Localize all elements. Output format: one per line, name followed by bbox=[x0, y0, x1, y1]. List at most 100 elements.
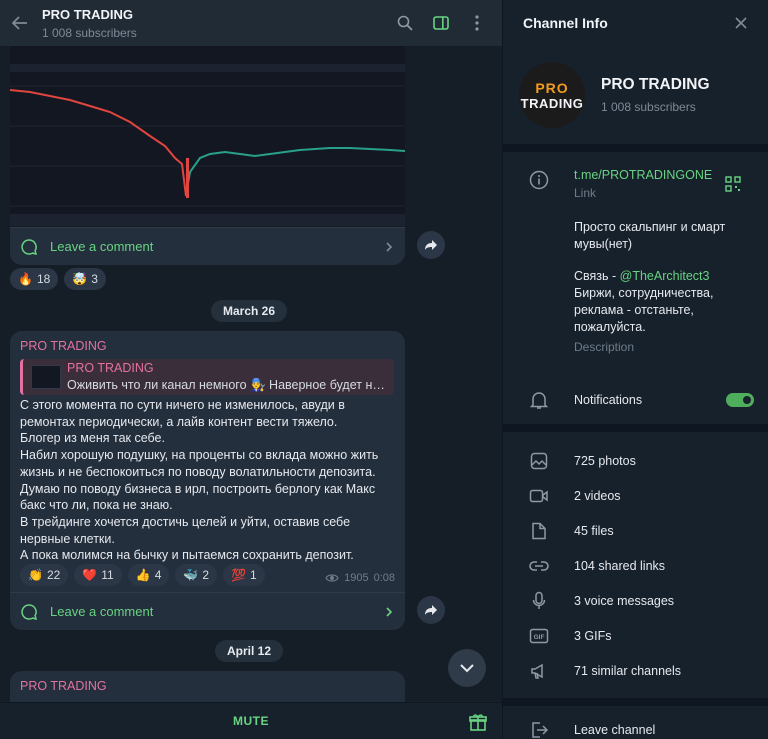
chat-footer: MUTE bbox=[0, 702, 502, 739]
leave-channel-row[interactable]: Leave channel bbox=[503, 719, 768, 739]
chart-image[interactable] bbox=[9, 46, 406, 226]
reaction-fire[interactable]: 🔥 18 bbox=[10, 268, 59, 290]
fire-emoji-icon: 🔥 bbox=[18, 272, 33, 286]
gif-icon: GIF bbox=[529, 628, 548, 644]
gift-icon[interactable] bbox=[468, 712, 488, 732]
message-bubble-2[interactable]: PRO TRADING PRO TRADING Оживить что ли к… bbox=[10, 331, 405, 592]
leave-comment-bar-2[interactable]: Leave a comment bbox=[10, 592, 405, 630]
qr-code-icon[interactable] bbox=[725, 176, 741, 192]
chat-title: PRO TRADING bbox=[42, 6, 133, 22]
reaction-heart[interactable]: ❤️ 11 bbox=[74, 564, 122, 586]
mute-button[interactable]: MUTE bbox=[233, 714, 269, 728]
reaction-count: 1 bbox=[249, 568, 257, 582]
eye-icon bbox=[325, 574, 339, 582]
sidebar-panel-icon bbox=[433, 16, 449, 30]
media-links-row[interactable]: 104 shared links bbox=[503, 555, 768, 577]
avatar-text-top: PRO bbox=[535, 79, 569, 96]
scroll-down-button[interactable] bbox=[448, 649, 486, 687]
leave-comment-bar-1[interactable]: Leave a comment bbox=[10, 227, 405, 265]
video-icon bbox=[529, 489, 548, 503]
date-separator: April 12 bbox=[215, 640, 284, 662]
chevron-right-icon bbox=[386, 241, 393, 252]
sidebar-toggle-button[interactable] bbox=[430, 12, 452, 34]
comment-icon bbox=[21, 238, 38, 255]
media-files-row[interactable]: 45 files bbox=[503, 520, 768, 542]
channel-description: Просто скальпинг и смарт мувы(нет) Связь… bbox=[574, 219, 754, 356]
message-line: А пока молимся на бычку и пытаемся сохра… bbox=[20, 548, 354, 563]
similar-channels-count: 71 similar channels bbox=[574, 664, 681, 678]
leave-icon bbox=[531, 722, 548, 738]
reaction-count: 18 bbox=[36, 272, 51, 286]
quote-thumbnail bbox=[31, 365, 61, 389]
quote-sender: PRO TRADING bbox=[67, 361, 154, 375]
close-icon[interactable] bbox=[734, 16, 748, 30]
back-button[interactable] bbox=[0, 0, 40, 46]
reaction-clap[interactable]: 👏 22 bbox=[20, 564, 69, 586]
channel-info-panel: Channel Info PRO TRADING PRO TRADING 1 0… bbox=[503, 0, 768, 739]
reply-quote[interactable]: PRO TRADING Оживить что ли канал немного… bbox=[20, 359, 394, 395]
comment-icon bbox=[21, 603, 38, 620]
message-text: С этого момента по сути ничего не измени… bbox=[20, 397, 400, 564]
link-caption: Link bbox=[574, 186, 597, 200]
thumbs-up-emoji-icon: 👍 bbox=[135, 568, 151, 582]
photo-icon bbox=[530, 452, 547, 470]
leave-comment-label: Leave a comment bbox=[50, 239, 154, 254]
arrow-left-icon bbox=[11, 16, 27, 30]
file-icon bbox=[531, 522, 546, 540]
more-menu-button[interactable] bbox=[466, 12, 488, 34]
hundred-emoji-icon: 💯 bbox=[231, 568, 246, 582]
files-count: 45 files bbox=[574, 524, 614, 538]
message-line: бакс что ли, пока не знаю. bbox=[20, 498, 173, 513]
megaphone-icon bbox=[530, 663, 543, 679]
reaction-thumbs-up[interactable]: 👍 4 bbox=[127, 564, 170, 586]
media-voice-row[interactable]: 3 voice messages bbox=[503, 590, 768, 612]
channel-link[interactable]: t.me/PROTRADINGONE bbox=[574, 168, 712, 182]
microphone-icon bbox=[532, 591, 545, 609]
notifications-row[interactable]: Notifications bbox=[503, 388, 768, 412]
heart-emoji-icon: ❤️ bbox=[82, 568, 98, 582]
channel-name: PRO TRADING bbox=[601, 76, 710, 93]
price-chart-graphic bbox=[9, 46, 406, 226]
similar-channels-row[interactable]: 71 similar channels bbox=[503, 660, 768, 682]
reaction-exploding-head[interactable]: 🤯 3 bbox=[64, 268, 106, 290]
reaction-count: 22 bbox=[46, 568, 61, 582]
section-separator bbox=[503, 144, 768, 152]
sender-name[interactable]: PRO TRADING bbox=[20, 679, 107, 693]
bell-icon bbox=[529, 392, 548, 409]
notifications-toggle[interactable] bbox=[726, 393, 754, 407]
gifs-count: 3 GIFs bbox=[574, 629, 612, 643]
view-count: 1905 bbox=[344, 572, 369, 584]
media-gifs-row[interactable]: GIF 3 GIFs bbox=[503, 625, 768, 647]
photos-count: 725 photos bbox=[574, 454, 636, 468]
chat-title-block[interactable]: PRO TRADING 1 008 subscribers bbox=[40, 7, 394, 40]
panel-title: Channel Info bbox=[523, 15, 608, 31]
clap-emoji-icon: 👏 bbox=[28, 568, 43, 582]
share-button-1[interactable] bbox=[417, 231, 445, 259]
search-button[interactable] bbox=[394, 12, 416, 34]
media-videos-row[interactable]: 2 videos bbox=[503, 485, 768, 507]
contact-handle-link[interactable]: @TheArchitect3 bbox=[620, 269, 710, 283]
sender-name[interactable]: PRO TRADING bbox=[20, 339, 107, 353]
reaction-count: 2 bbox=[202, 568, 210, 582]
svg-text:GIF: GIF bbox=[533, 634, 544, 641]
more-vertical-icon bbox=[475, 15, 479, 31]
notifications-label: Notifications bbox=[574, 393, 643, 407]
voice-count: 3 voice messages bbox=[574, 594, 675, 608]
message-line: Блогер из меня так себе. bbox=[20, 431, 165, 446]
message-line: ремонтах периодически, а лайв контент ве… bbox=[20, 414, 338, 429]
description-contact: Связь - @TheArchitect3 bbox=[574, 268, 754, 285]
media-photos-row[interactable]: 725 photos bbox=[503, 450, 768, 472]
videos-count: 2 videos bbox=[574, 489, 621, 503]
message-time: 0:08 bbox=[373, 572, 395, 584]
reaction-hundred[interactable]: 💯 1 bbox=[223, 564, 265, 586]
message-line: С этого момента по сути ничего не измени… bbox=[20, 398, 345, 412]
channel-profile: PRO TRADING PRO TRADING 1 008 subscriber… bbox=[503, 46, 768, 150]
reaction-count: 4 bbox=[154, 568, 162, 582]
channel-avatar[interactable]: PRO TRADING bbox=[519, 62, 585, 128]
message-line: Думаю по поводу бизнеса в ирл, построить… bbox=[20, 481, 376, 496]
description-line: Просто скальпинг и смарт мувы(нет) bbox=[574, 220, 726, 251]
reaction-whale[interactable]: 🐳 2 bbox=[175, 564, 218, 586]
share-button-2[interactable] bbox=[417, 596, 445, 624]
leave-comment-label: Leave a comment bbox=[50, 604, 154, 619]
message-meta: 1905 0:08 bbox=[325, 572, 395, 584]
